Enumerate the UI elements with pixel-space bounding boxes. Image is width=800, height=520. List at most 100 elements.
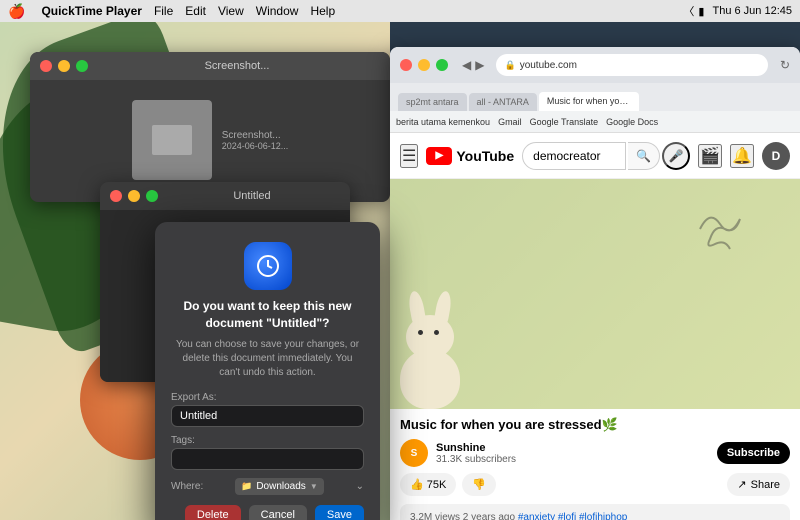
- yt-desc-meta: 3.2M views 2 years ago #anxiety #lofi #l…: [410, 510, 780, 520]
- bookmark-1[interactable]: berita utama kemenkou: [396, 117, 490, 127]
- qt-filename: Screenshot...: [222, 130, 289, 141]
- scribble-decoration: [690, 199, 750, 259]
- address-text: youtube.com: [520, 60, 577, 71]
- where-field: Where: 📁 Downloads ▼ ⌄: [171, 478, 364, 495]
- yt-search-input[interactable]: [533, 149, 615, 163]
- menubar-right: 〈 ▮ Thu 6 Jun 12:45: [683, 3, 792, 19]
- dialog-content: Do you want to keep this new document "U…: [155, 222, 380, 520]
- browser-nav: ◀ ▶: [462, 58, 484, 72]
- yt-dislike-button[interactable]: 👎: [462, 473, 496, 496]
- bookmark-4[interactable]: Google Docs: [606, 117, 658, 127]
- browser-window: ◀ ▶ 🔒 youtube.com ↻ sp2mt antara all - A…: [390, 47, 800, 520]
- yt-views: 3.2M views: [410, 512, 460, 520]
- yt-like-button[interactable]: 👍 75K: [400, 473, 456, 496]
- bookmarks-bar: berita utama kemenkou Gmail Google Trans…: [390, 111, 800, 133]
- delete-button[interactable]: Delete: [185, 505, 241, 520]
- tab-youtube[interactable]: Music for when you are stressed🌿 - YouTu…: [539, 92, 639, 111]
- tab-antara[interactable]: all - ANTARA: [469, 93, 537, 111]
- qt-close-dot[interactable]: [40, 60, 52, 72]
- cancel-button[interactable]: Cancel: [249, 505, 307, 520]
- export-input[interactable]: [171, 405, 364, 427]
- untitled-minimize-dot[interactable]: [128, 190, 140, 202]
- yt-channel-info: Sunshine 31.3K subscribers: [436, 442, 709, 465]
- save-dialog: Do you want to keep this new document "U…: [155, 222, 380, 520]
- yt-header-right: 🎬 🔔 D: [698, 142, 790, 170]
- menubar-help[interactable]: Help: [310, 4, 335, 18]
- tab-sp2mt[interactable]: sp2mt antara: [398, 93, 467, 111]
- quicktime-window: Screenshot... Screenshot... 2024-06-06-1…: [30, 52, 390, 202]
- dialog-title: Do you want to keep this new document "U…: [171, 298, 364, 332]
- browser-titlebar: ◀ ▶ 🔒 youtube.com ↻: [390, 47, 800, 83]
- wifi-icon: 〈: [683, 3, 694, 19]
- qt-info: Screenshot... 2024-06-06-12...: [222, 130, 289, 151]
- qt-thumbnail: [132, 100, 212, 180]
- yt-tags[interactable]: #anxiety #lofi #lofihiphop: [518, 512, 628, 520]
- where-select[interactable]: 📁 Downloads ▼: [235, 478, 324, 495]
- qt-subtitle: 2024-06-06-12...: [222, 141, 289, 151]
- bunny-scene: [390, 179, 800, 409]
- browser-maximize-dot[interactable]: [436, 59, 448, 71]
- bookmark-3[interactable]: Google Translate: [530, 117, 599, 127]
- qt-window-title: Screenshot...: [205, 60, 270, 72]
- qt-maximize-dot[interactable]: [76, 60, 88, 72]
- export-label: Export As:: [171, 392, 364, 403]
- browser-minimize-dot[interactable]: [418, 59, 430, 71]
- bookmark-2[interactable]: Gmail: [498, 117, 522, 127]
- yt-logo-icon: ▶: [426, 147, 452, 165]
- address-bar[interactable]: 🔒 youtube.com: [496, 54, 767, 76]
- desktop: Screenshot... Screenshot... 2024-06-06-1…: [0, 22, 800, 520]
- yt-video-info: Music for when you are stressed🌿 S Sunsh…: [390, 409, 800, 504]
- tags-input[interactable]: [171, 448, 364, 470]
- where-expand-icon[interactable]: ⌄: [356, 481, 364, 492]
- yt-menu-button[interactable]: ☰: [400, 144, 418, 168]
- menubar-view[interactable]: View: [218, 4, 244, 18]
- dialog-body: You can choose to save your changes, or …: [171, 338, 364, 380]
- yt-description: 3.2M views 2 years ago #anxiety #lofi #l…: [400, 504, 790, 520]
- yt-share-button[interactable]: ↗ Share: [727, 473, 790, 496]
- yt-notifications-button[interactable]: 🔔: [730, 144, 754, 168]
- tags-label: Tags:: [171, 435, 364, 446]
- where-chevron-icon: ▼: [310, 482, 318, 491]
- untitled-maximize-dot[interactable]: [146, 190, 158, 202]
- yt-channel-row: S Sunshine 31.3K subscribers Subscribe: [400, 439, 790, 467]
- yt-subscribe-button[interactable]: Subscribe: [717, 442, 790, 464]
- menubar-edit[interactable]: Edit: [185, 4, 206, 18]
- menubar-file[interactable]: File: [154, 4, 173, 18]
- menubar-left: 🍎 QuickTime Player File Edit View Window…: [8, 3, 335, 20]
- bunny-eye-left: [418, 330, 423, 335]
- apple-menu[interactable]: 🍎: [8, 3, 25, 20]
- yt-logo-text: YouTube: [456, 148, 514, 164]
- where-label: Where:: [171, 481, 203, 492]
- yt-avatar[interactable]: D: [762, 142, 790, 170]
- yt-search-button[interactable]: 🔍: [628, 142, 660, 170]
- yt-search-bar[interactable]: [522, 142, 626, 170]
- bunny-eye-right: [434, 330, 439, 335]
- yt-time-ago: 2 years ago: [463, 512, 515, 520]
- yt-video-create-button[interactable]: 🎬: [698, 144, 722, 168]
- export-field: Export As:: [171, 392, 364, 427]
- yt-video-area[interactable]: [390, 179, 800, 409]
- untitled-close-dot[interactable]: [110, 190, 122, 202]
- untitled-title: Untitled: [233, 190, 270, 202]
- share-icon: ↗: [737, 478, 746, 491]
- yt-channel-avatar[interactable]: S: [400, 439, 428, 467]
- forward-button[interactable]: ▶: [475, 58, 484, 72]
- yt-like-row: 👍 75K 👎 ↗ Share: [400, 473, 790, 496]
- menubar: 🍎 QuickTime Player File Edit View Window…: [0, 0, 800, 22]
- save-button[interactable]: Save: [315, 505, 364, 520]
- browser-close-dot[interactable]: [400, 59, 412, 71]
- qt-logo-icon: [256, 254, 280, 278]
- dialog-buttons: Delete Cancel Save: [171, 505, 364, 520]
- qt-minimize-dot[interactable]: [58, 60, 70, 72]
- yt-logo[interactable]: ▶ YouTube: [426, 147, 514, 165]
- yt-video-title: Music for when you are stressed🌿: [400, 417, 790, 433]
- yt-channel-name[interactable]: Sunshine: [436, 442, 709, 454]
- browser-tabs: sp2mt antara all - ANTARA Music for when…: [390, 83, 800, 111]
- refresh-button[interactable]: ↻: [780, 58, 790, 72]
- tags-field: Tags:: [171, 435, 364, 470]
- menubar-time: Thu 6 Jun 12:45: [712, 5, 792, 17]
- menubar-window[interactable]: Window: [256, 4, 299, 18]
- back-button[interactable]: ◀: [462, 58, 471, 72]
- menubar-app[interactable]: QuickTime Player: [41, 4, 142, 18]
- yt-mic-button[interactable]: 🎤: [662, 142, 690, 170]
